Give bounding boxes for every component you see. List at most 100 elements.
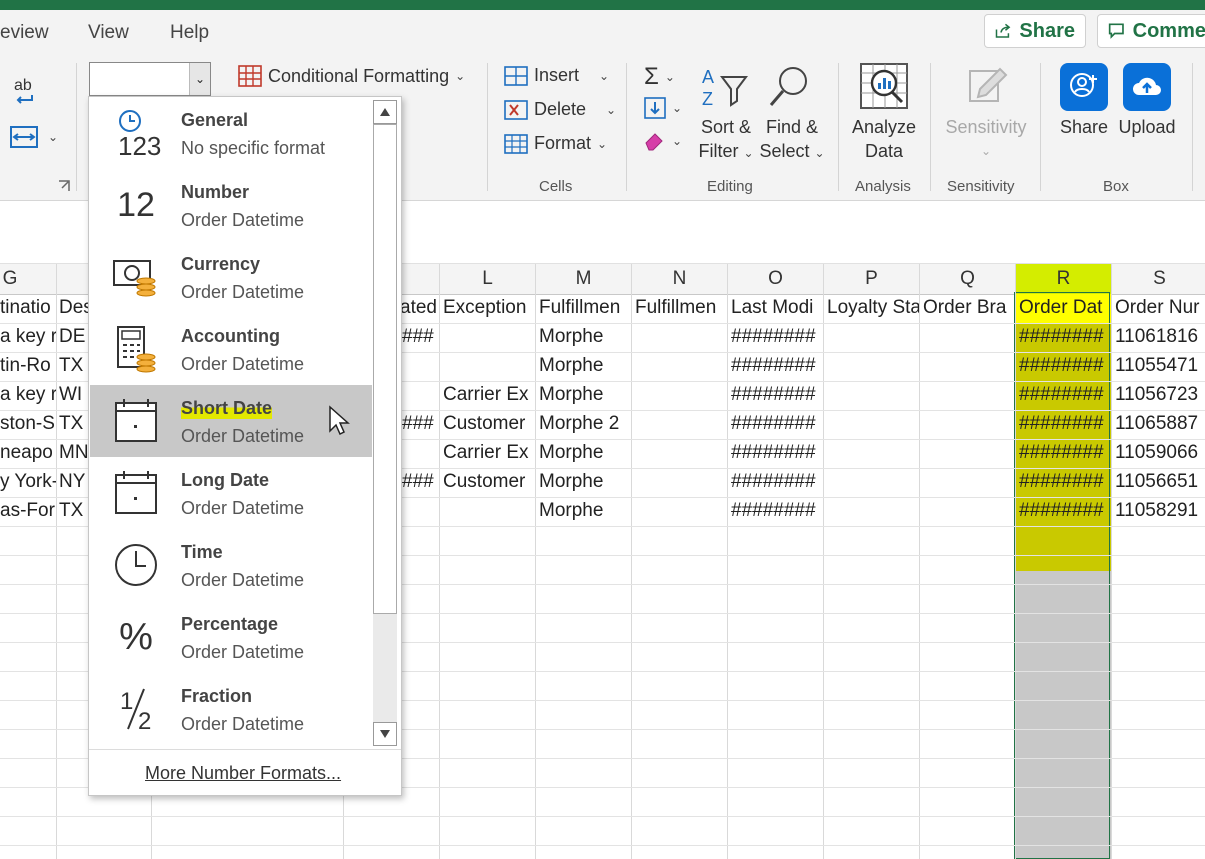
chevron-down-icon[interactable]: ⌄ xyxy=(189,63,210,95)
table-cell[interactable]: ######## xyxy=(731,355,823,377)
fill-button[interactable]: ⌄ xyxy=(644,97,682,119)
format-option-long-date[interactable]: Long Date Order Datetime xyxy=(90,457,372,529)
format-option-fraction[interactable]: 12 Fraction Order Datetime xyxy=(90,673,372,745)
delete-button[interactable]: Delete ⌄ xyxy=(504,99,616,120)
column-header-o[interactable]: O xyxy=(728,268,823,290)
table-cell[interactable]: ######## xyxy=(1019,326,1111,348)
cell-header-fulfillment-m[interactable]: Fulfillmen xyxy=(539,297,631,319)
table-cell[interactable]: Morphe xyxy=(539,500,631,522)
table-cell[interactable]: Morphe 2 xyxy=(539,413,631,435)
more-number-formats-link[interactable]: More Number Formats... xyxy=(145,763,341,784)
format-option-number[interactable]: 12 Number Order Datetime xyxy=(90,169,372,241)
table-cell[interactable]: 11065887 xyxy=(1115,413,1205,435)
table-cell[interactable]: 11061816 xyxy=(1115,326,1205,348)
format-option-currency[interactable]: Currency Order Datetime xyxy=(90,241,372,313)
share-button[interactable]: Share xyxy=(984,14,1086,48)
analyze-data-button[interactable]: Analyze Data xyxy=(846,115,922,163)
table-cell[interactable]: ston-S xyxy=(0,413,56,435)
format-option-short-date[interactable]: Short Date Order Datetime xyxy=(90,385,372,457)
format-option-general[interactable]: 123 General No specific format xyxy=(90,97,372,169)
cell-header-order-date[interactable]: Order Dat xyxy=(1019,297,1111,319)
clear-button[interactable]: ⌄ xyxy=(644,131,682,151)
column-header-r[interactable]: R xyxy=(1016,268,1111,290)
format-button[interactable]: Format ⌄ xyxy=(504,133,607,154)
box-upload-button[interactable]: Upload xyxy=(1112,115,1182,139)
table-cell[interactable]: 11056651 xyxy=(1115,471,1205,493)
table-cell[interactable]: ######## xyxy=(1019,413,1111,435)
format-option-time[interactable]: Time Order Datetime xyxy=(90,529,372,601)
box-upload-icon[interactable] xyxy=(1123,63,1171,111)
table-cell[interactable]: a key r xyxy=(0,326,56,348)
table-cell[interactable]: Morphe xyxy=(539,471,631,493)
table-cell[interactable]: MN xyxy=(59,442,89,464)
column-header-s[interactable]: S xyxy=(1112,268,1205,290)
cell-header-k[interactable]: ated xyxy=(400,297,439,319)
cell-header-order-number[interactable]: Order Nur xyxy=(1115,297,1205,319)
table-cell[interactable]: ######## xyxy=(1019,471,1111,493)
table-cell[interactable]: Customer xyxy=(443,471,535,493)
sort-filter-button[interactable]: Sort & Filter ⌄ xyxy=(692,115,760,165)
table-cell[interactable]: tin-Ro xyxy=(0,355,56,377)
cell-header-destination[interactable]: tinatio xyxy=(0,297,56,319)
sort-filter-icon[interactable]: AZ xyxy=(700,63,750,116)
box-share-button[interactable]: Share xyxy=(1056,115,1112,139)
wrap-text-icon[interactable]: ab xyxy=(14,77,36,107)
cell-header-loyalty[interactable]: Loyalty Sta xyxy=(827,297,919,319)
scroll-thumb[interactable] xyxy=(373,124,397,614)
box-share-icon[interactable] xyxy=(1060,63,1108,111)
conditional-formatting-button[interactable]: Conditional Formatting ⌄ xyxy=(238,65,465,87)
table-cell[interactable]: 11055471 xyxy=(1115,355,1205,377)
autosum-button[interactable]: Σ ⌄ xyxy=(644,63,675,91)
table-cell[interactable]: ### xyxy=(402,471,439,493)
menu-view[interactable]: View xyxy=(88,22,129,44)
comments-button[interactable]: Comme xyxy=(1097,14,1205,48)
cell-header-fulfillment-n[interactable]: Fulfillmen xyxy=(635,297,727,319)
column-header-n[interactable]: N xyxy=(632,268,727,290)
table-cell[interactable]: ######## xyxy=(1019,384,1111,406)
table-cell[interactable]: Morphe xyxy=(539,442,631,464)
table-cell[interactable]: Morphe xyxy=(539,384,631,406)
table-cell[interactable]: 11058291 xyxy=(1115,500,1205,522)
find-select-button[interactable]: Find & Select ⌄ xyxy=(758,115,826,165)
cell-header-order-brand[interactable]: Order Bra xyxy=(923,297,1015,319)
analyze-data-icon[interactable] xyxy=(858,61,910,118)
merge-center-button[interactable]: ⌄ xyxy=(10,125,58,149)
column-header-q[interactable]: Q xyxy=(920,268,1015,290)
table-cell[interactable]: ######## xyxy=(1019,442,1111,464)
table-cell[interactable]: DE xyxy=(59,326,85,348)
table-cell[interactable]: TX xyxy=(59,500,83,522)
table-cell[interactable]: ######## xyxy=(731,442,823,464)
number-format-combobox[interactable]: ⌄ xyxy=(89,62,211,96)
table-cell[interactable]: ######## xyxy=(731,384,823,406)
cell-header-last-modified[interactable]: Last Modi xyxy=(731,297,823,319)
table-cell[interactable]: TX xyxy=(59,413,83,435)
table-cell[interactable]: neapo xyxy=(0,442,56,464)
table-cell[interactable]: ######## xyxy=(1019,500,1111,522)
column-header-g[interactable]: G xyxy=(0,268,20,290)
menu-review[interactable]: eview xyxy=(0,22,49,44)
table-cell[interactable]: Carrier Ex xyxy=(443,442,535,464)
table-cell[interactable]: 11059066 xyxy=(1115,442,1205,464)
column-header-l[interactable]: L xyxy=(440,268,535,290)
format-option-accounting[interactable]: Accounting Order Datetime xyxy=(90,313,372,385)
table-cell[interactable]: Carrier Ex xyxy=(443,384,535,406)
cell-header-exception[interactable]: Exception xyxy=(443,297,535,319)
table-cell[interactable]: Morphe xyxy=(539,326,631,348)
table-cell[interactable]: as-For xyxy=(0,500,56,522)
table-cell[interactable]: ######## xyxy=(731,471,823,493)
format-option-percentage[interactable]: % Percentage Order Datetime xyxy=(90,601,372,673)
scroll-up-button[interactable] xyxy=(373,100,397,124)
table-cell[interactable]: Morphe xyxy=(539,355,631,377)
table-cell[interactable]: ### xyxy=(402,326,439,348)
table-cell[interactable]: ######## xyxy=(731,413,823,435)
table-cell[interactable]: NY xyxy=(59,471,85,493)
alignment-dialog-launcher-icon[interactable] xyxy=(58,179,70,197)
dropdown-scrollbar[interactable] xyxy=(373,100,397,746)
table-cell[interactable]: ######## xyxy=(1019,355,1111,377)
table-cell[interactable]: ######## xyxy=(731,500,823,522)
table-cell[interactable]: 11056723 xyxy=(1115,384,1205,406)
table-cell[interactable]: TX xyxy=(59,355,83,377)
table-cell[interactable]: WI xyxy=(59,384,82,406)
menu-help[interactable]: Help xyxy=(170,22,209,44)
column-header-m[interactable]: M xyxy=(536,268,631,290)
